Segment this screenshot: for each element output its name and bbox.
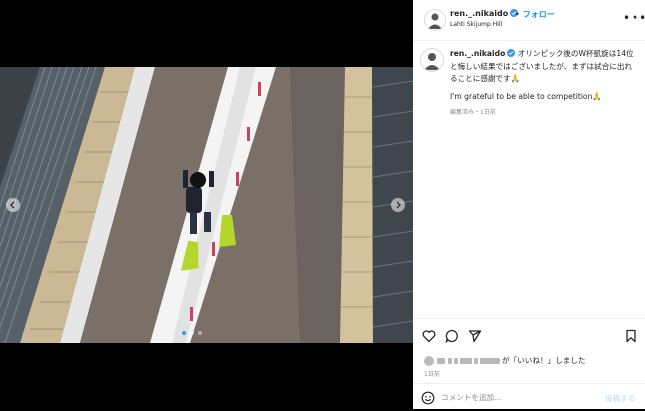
redacted-text [460, 357, 472, 364]
header-separator: • [515, 10, 520, 19]
follow-button[interactable]: フォロー [523, 10, 555, 19]
author-username[interactable]: ren._.nikaido [450, 9, 508, 18]
location-link[interactable]: Lahti Skijump Hill [450, 21, 502, 28]
verified-icon [507, 49, 516, 57]
emoji-icon[interactable] [421, 391, 435, 405]
carousel-dots [182, 331, 202, 335]
redacted-text [474, 357, 478, 364]
likes-suffix: が「いいね！」しました [502, 356, 586, 365]
redacted-text [480, 357, 500, 364]
comment-input[interactable] [441, 390, 591, 404]
chevron-left-icon [10, 201, 15, 209]
avatar-icon [424, 53, 440, 70]
action-bar: が「いいね！」しました 1日前 投稿する [413, 318, 645, 410]
caption-body-en: I'm grateful to be able to competition🙏 [450, 92, 602, 101]
media-area [0, 67, 413, 343]
caption-text: ren._.nikaido オリンピック後のW杯凱旋は14位と悔しい結果ではござ… [450, 48, 634, 86]
redacted-text [448, 357, 452, 364]
previous-image-button[interactable] [6, 198, 20, 212]
ski-jump-photo [0, 67, 413, 343]
caption-username[interactable]: ren._.nikaido [450, 49, 505, 58]
share-icon[interactable] [468, 329, 482, 343]
carousel-dot [198, 331, 202, 335]
comment-composer: 投稿する [413, 383, 645, 411]
post-time: 1日前 [424, 371, 440, 378]
next-image-button[interactable] [391, 198, 405, 212]
avatar-icon [428, 13, 442, 29]
carousel-dot [190, 331, 194, 335]
likes-summary: が「いいね！」しました [424, 355, 586, 366]
post-comment-button[interactable]: 投稿する [605, 393, 635, 404]
redacted-text [454, 357, 458, 364]
author-avatar[interactable] [424, 9, 446, 31]
chevron-right-icon [396, 201, 401, 209]
caption-meta: 編集済み・1日前 [450, 109, 496, 116]
post-header: ren._.nikaido •フォロー Lahti Skijump Hill •… [413, 0, 645, 41]
carousel-dot-active [182, 331, 186, 335]
follow-row: • フォロー [515, 9, 555, 20]
bookmark-icon[interactable] [624, 329, 638, 343]
post-sidebar: ren._.nikaido •フォロー Lahti Skijump Hill •… [413, 0, 645, 409]
close-icon[interactable] [625, 10, 639, 24]
caption-avatar[interactable] [420, 48, 444, 72]
redacted-text [437, 357, 445, 364]
heart-icon[interactable] [422, 329, 436, 343]
author-username-row: ren._.nikaido [450, 9, 519, 18]
liker-avatar [424, 355, 434, 366]
comment-icon[interactable] [445, 329, 459, 343]
